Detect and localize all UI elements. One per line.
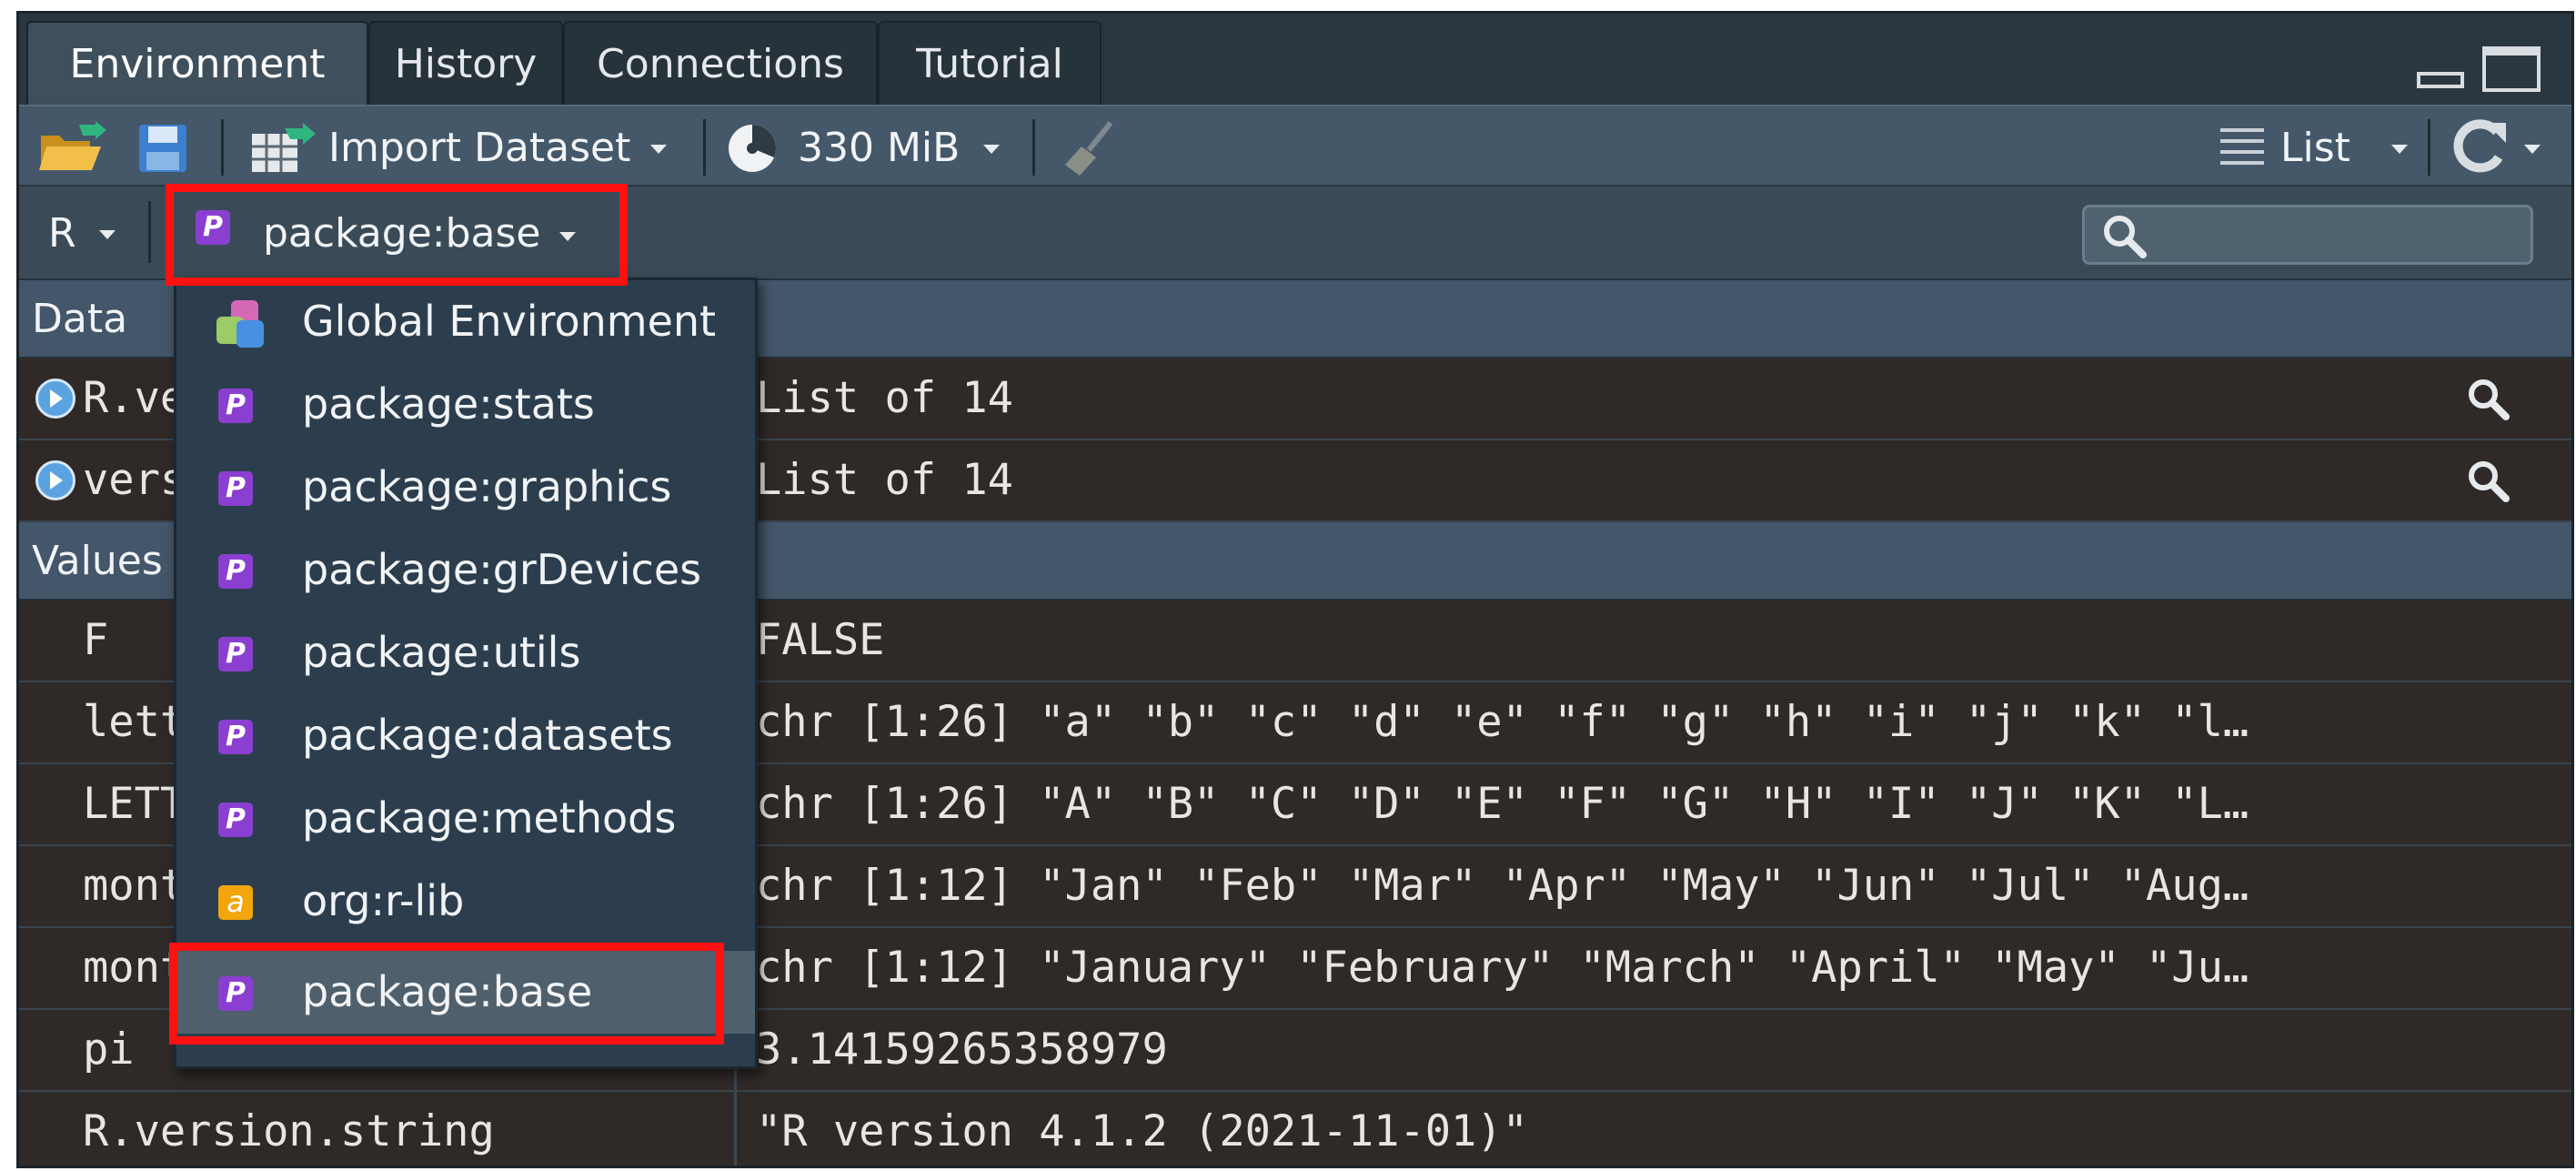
object-value: 3.14159265358979	[756, 1025, 1168, 1075]
view-data-icon[interactable]	[2466, 459, 2511, 504]
tab-history[interactable]: History	[368, 21, 563, 106]
menu-item-org-r-lib[interactable]: a org:r-lib	[176, 860, 755, 943]
import-dataset-icon[interactable]	[250, 121, 319, 176]
object-value: List of 14	[756, 455, 1013, 505]
search-box	[2082, 205, 2533, 265]
expand-icon[interactable]	[35, 460, 75, 500]
refresh-icon[interactable]	[2450, 119, 2508, 176]
memory-usage-button[interactable]: 330 MiB	[798, 128, 960, 168]
package-icon: P	[218, 389, 253, 423]
open-folder-icon[interactable]	[37, 121, 110, 176]
chevron-down-icon[interactable]	[2391, 145, 2408, 154]
maximize-icon[interactable]	[2482, 46, 2541, 92]
view-mode-button[interactable]: List	[2280, 128, 2350, 168]
import-dataset-button[interactable]: Import Dataset	[328, 128, 630, 168]
object-value: FALSE	[756, 615, 885, 665]
save-icon[interactable]	[137, 123, 188, 174]
package-icon: P	[218, 471, 253, 506]
view-data-icon[interactable]	[2466, 377, 2511, 422]
table-row[interactable]: R.version.string "R version 4.1.2 (2021-…	[19, 1092, 2571, 1166]
menu-item-package-graphics[interactable]: P package:graphics	[176, 446, 755, 529]
menu-item-package-utils[interactable]: P package:utils	[176, 611, 755, 694]
package-icon: P	[218, 554, 253, 589]
search-input[interactable]	[2158, 213, 2525, 260]
chevron-down-icon[interactable]	[99, 230, 116, 239]
object-value: chr [1:26] "a" "b" "c" "d" "e" "f" "g" "…	[756, 697, 2249, 747]
tab-environment[interactable]: Environment	[26, 21, 368, 106]
memory-usage-icon[interactable]	[727, 123, 778, 174]
search-icon	[2104, 216, 2147, 258]
global-env-icon	[215, 298, 266, 349]
language-selector[interactable]: R	[48, 214, 76, 254]
menu-item-package-stats[interactable]: P package:stats	[176, 363, 755, 446]
highlight-box-selector	[166, 184, 628, 286]
broom-icon[interactable]	[1062, 119, 1116, 177]
menu-item-global-environment[interactable]: Global Environment	[176, 280, 755, 363]
expand-icon[interactable]	[35, 379, 75, 419]
object-value: chr [1:12] "Jan" "Feb" "Mar" "Apr" "May"…	[756, 861, 2249, 911]
chevron-down-icon[interactable]	[983, 145, 1000, 154]
environment-toolbar: Import Dataset 330 MiB List	[19, 105, 2571, 187]
tab-bar: Environment History Connections Tutorial	[19, 14, 2571, 106]
package-icon: P	[218, 803, 253, 837]
menu-item-package-datasets[interactable]: P package:datasets	[176, 694, 755, 777]
object-name: R.version.string	[83, 1106, 495, 1156]
minimize-icon[interactable]	[2417, 72, 2464, 88]
menu-item-package-methods[interactable]: P package:methods	[176, 777, 755, 860]
package-icon: P	[218, 637, 253, 671]
tab-tutorial[interactable]: Tutorial	[878, 21, 1102, 106]
list-view-icon[interactable]	[2220, 126, 2264, 167]
highlight-box-menu-item	[169, 943, 724, 1045]
object-value: "R version 4.1.2 (2021-11-01)"	[756, 1106, 1528, 1156]
chevron-down-icon[interactable]	[650, 145, 667, 154]
object-value: List of 14	[756, 373, 1013, 423]
menu-item-package-grdevices[interactable]: P package:grDevices	[176, 529, 755, 611]
package-icon: P	[218, 720, 253, 754]
tab-connections[interactable]: Connections	[563, 21, 878, 106]
chevron-down-icon[interactable]	[2524, 145, 2541, 154]
object-value: chr [1:12] "January" "February" "March" …	[756, 943, 2249, 993]
attached-env-icon: a	[218, 885, 253, 920]
object-value: chr [1:26] "A" "B" "C" "D" "E" "F" "G" "…	[756, 779, 2249, 829]
